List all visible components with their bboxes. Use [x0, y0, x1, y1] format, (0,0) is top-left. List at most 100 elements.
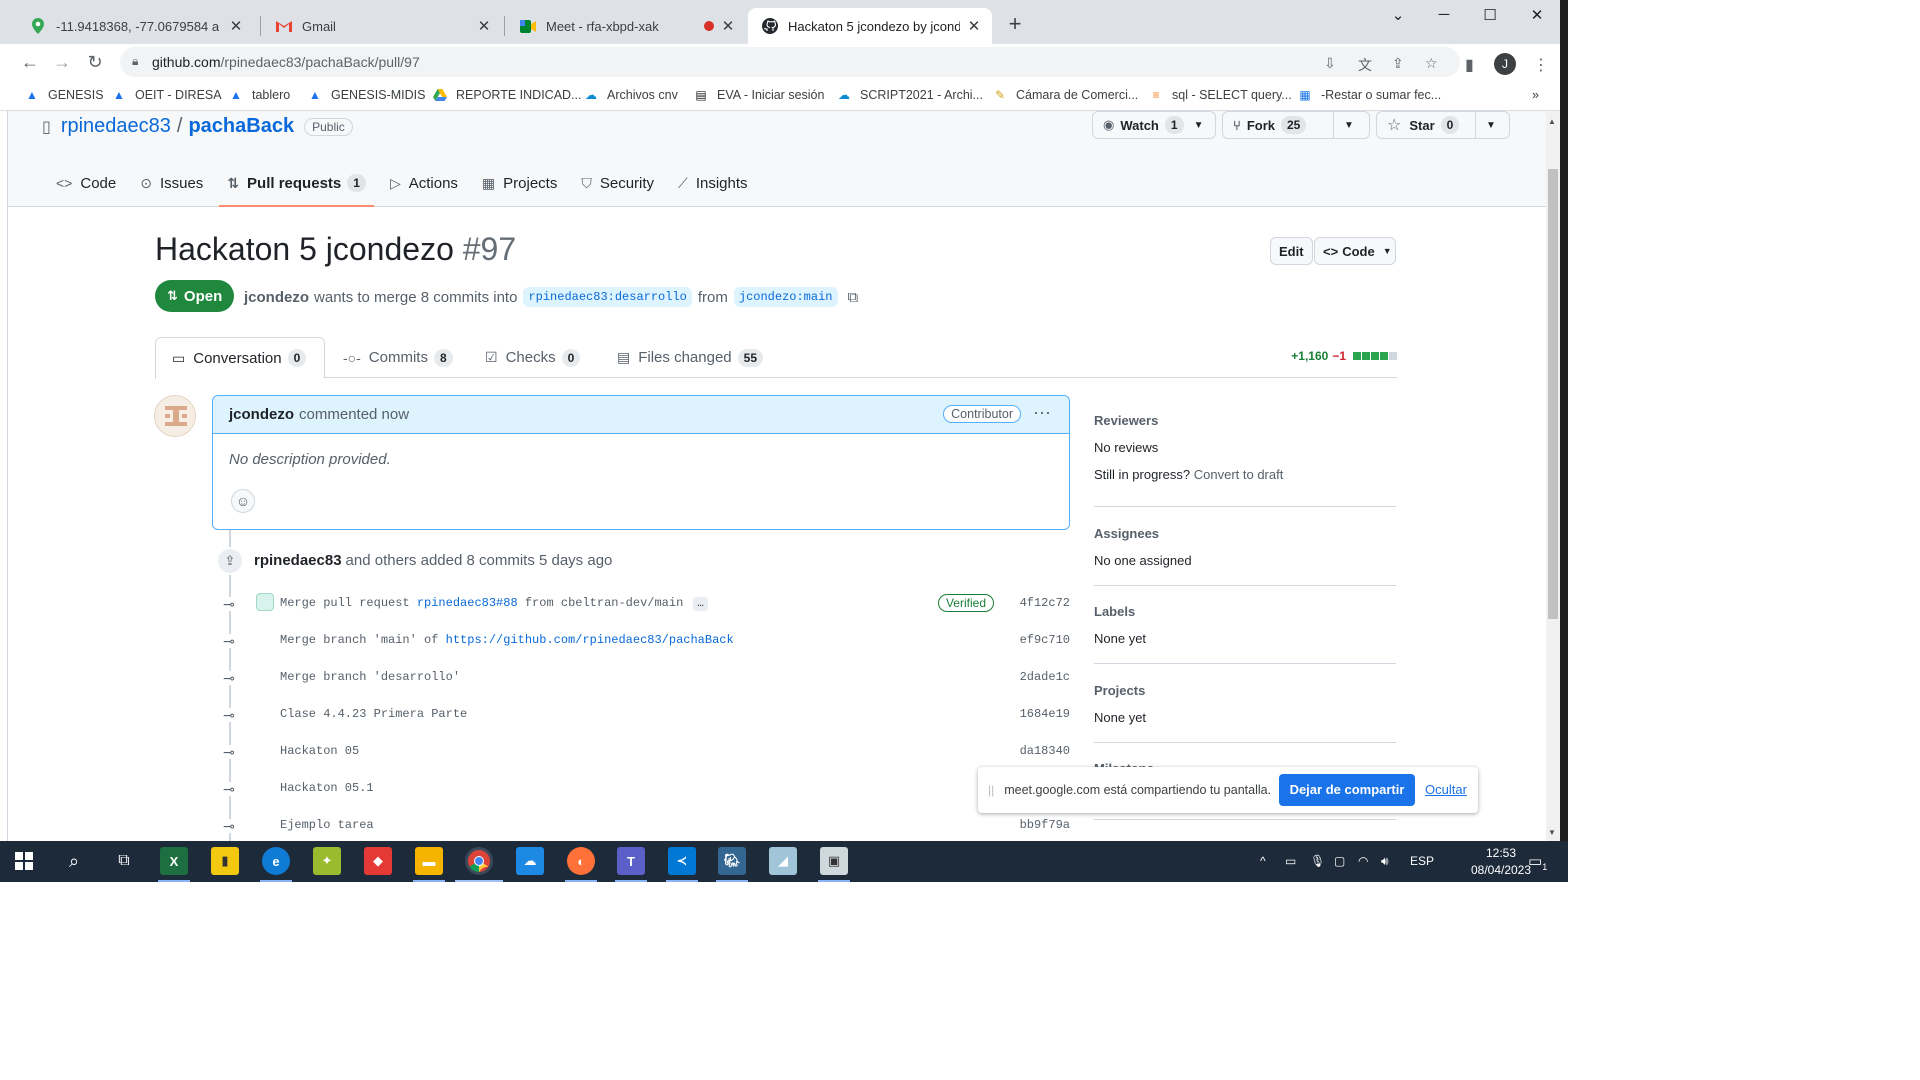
teams-icon[interactable]: T: [617, 847, 645, 875]
close-icon[interactable]: ✕: [476, 17, 492, 35]
search-icon[interactable]: ⌕: [60, 847, 88, 875]
repo-nav-actions[interactable]: ▷ Actions: [382, 161, 466, 205]
side-panel-icon[interactable]: ▮: [1465, 55, 1474, 75]
bookmark-item[interactable]: ✎ Cámara de Comerci...: [992, 88, 1138, 102]
microphone-icon[interactable]: 🎙︎: [1310, 854, 1325, 868]
edit-title-button[interactable]: Edit: [1270, 237, 1313, 265]
expand-ellipsis-button[interactable]: …: [693, 597, 708, 611]
bookmark-item[interactable]: ▤ EVA - Iniciar sesión: [693, 88, 824, 102]
app-icon[interactable]: ▣: [820, 847, 848, 875]
notifications-icon[interactable]: ▭1: [1528, 852, 1547, 872]
bookmarks-overflow-button[interactable]: »: [1532, 88, 1539, 102]
more-options-icon[interactable]: ···: [1033, 402, 1051, 423]
head-branch[interactable]: jcondezo:main: [733, 287, 838, 307]
power-bi-icon[interactable]: ▮: [211, 847, 239, 875]
commit-sha-link[interactable]: bb9f79a: [1020, 818, 1070, 832]
scrollbar-thumb[interactable]: [1548, 169, 1558, 619]
tab-search-icon[interactable]: ⌄: [1386, 6, 1410, 28]
share-icon[interactable]: ⇪: [1392, 55, 1404, 72]
postgresql-icon[interactable]: 🐘︎: [718, 847, 746, 875]
fork-button[interactable]: ⑂ Fork 25 ▼: [1222, 111, 1370, 139]
anydesk-icon[interactable]: ◆: [364, 847, 392, 875]
profile-avatar[interactable]: J: [1494, 53, 1516, 75]
commit-message[interactable]: Hackaton 05: [280, 744, 359, 758]
caret-down-icon[interactable]: ▼: [1333, 112, 1364, 138]
reviewers-heading[interactable]: Reviewers: [1094, 413, 1396, 428]
repo-nav-pull-requests[interactable]: ⇅ Pull requests 1: [219, 161, 374, 207]
windows-start-icon[interactable]: [10, 847, 38, 875]
device-icon[interactable]: ▭: [1285, 854, 1296, 868]
firefox-icon[interactable]: ◐: [567, 847, 595, 875]
scroll-down-icon[interactable]: ▼: [1548, 828, 1556, 837]
commit-message[interactable]: Merge pull request rpinedaec83#88 from c…: [280, 596, 708, 611]
base-branch[interactable]: rpinedaec83:desarrollo: [523, 287, 692, 307]
code-dropdown-button[interactable]: <> Code ▼: [1314, 237, 1396, 265]
bookmark-item[interactable]: ☁ Archivos cnv: [583, 88, 678, 102]
commit-sha-link[interactable]: da18340: [1020, 744, 1070, 758]
app-icon[interactable]: ✦: [313, 847, 341, 875]
reload-button[interactable]: ↻: [83, 50, 107, 74]
bookmark-item[interactable]: REPORTE INDICAD...: [432, 88, 581, 102]
browser-tab-meet[interactable]: Meet - rfa-xbpd-xak ✕: [506, 8, 746, 44]
verified-badge[interactable]: Verified: [937, 594, 994, 612]
commit-message[interactable]: Merge branch 'main' of https://github.co…: [280, 633, 734, 647]
star-button[interactable]: ☆ Star 0 ▼: [1376, 111, 1510, 139]
close-icon[interactable]: ✕: [720, 17, 736, 35]
browser-tab-maps[interactable]: -11.9418368, -77.0679584 a Maq ✕: [16, 8, 254, 44]
bookmark-item[interactable]: ▲ OEIT - DIRESA: [111, 88, 222, 102]
bookmark-item[interactable]: ▲ GENESIS-MIDIS: [307, 88, 425, 102]
edge-icon[interactable]: e: [262, 847, 290, 875]
watch-button[interactable]: ◉ Watch 1 ▼: [1092, 111, 1216, 139]
bookmark-item[interactable]: ▲ GENESIS: [24, 88, 104, 102]
bookmark-item[interactable]: ≡ sql - SELECT query...: [1148, 88, 1291, 102]
close-window-button[interactable]: ✕: [1525, 6, 1549, 28]
repo-nav-issues[interactable]: ⊙ Issues: [132, 161, 211, 205]
commit-message[interactable]: Merge branch 'desarrollo': [280, 670, 460, 684]
page-scrollbar[interactable]: ▲ ▼: [1546, 111, 1560, 841]
translate-icon[interactable]: 文: [1358, 55, 1372, 75]
chevron-up-icon[interactable]: ^: [1260, 854, 1266, 868]
commit-sha-link[interactable]: 4f12c72: [1020, 596, 1070, 610]
forward-button[interactable]: →: [50, 50, 74, 74]
bookmark-item[interactable]: ▲ tablero: [228, 88, 290, 102]
input-language[interactable]: ESP: [1410, 854, 1434, 868]
menu-kebab-icon[interactable]: ⋮: [1533, 55, 1549, 75]
hide-banner-link[interactable]: Ocultar: [1425, 782, 1467, 797]
close-icon[interactable]: ✕: [966, 17, 982, 35]
excel-icon[interactable]: X: [160, 847, 188, 875]
tab-files-changed[interactable]: ▤ Files changed 55: [601, 337, 779, 378]
back-button[interactable]: ←: [18, 50, 42, 74]
stop-sharing-button[interactable]: Dejar de compartir: [1279, 774, 1415, 806]
convert-to-draft-link[interactable]: Convert to draft: [1194, 467, 1284, 482]
drag-handle-icon[interactable]: ||: [988, 783, 994, 797]
address-bar[interactable]: 🔒︎ github.com/rpinedaec83/pachaBack/pull…: [120, 47, 1460, 77]
vscode-icon[interactable]: ≺: [668, 847, 696, 875]
projects-heading[interactable]: Projects: [1094, 683, 1396, 698]
chrome-icon[interactable]: [465, 847, 493, 875]
event-author-link[interactable]: rpinedaec83: [254, 552, 342, 569]
avatar[interactable]: [256, 593, 274, 611]
minimize-button[interactable]: ─: [1432, 6, 1456, 28]
scroll-up-icon[interactable]: ▲: [1548, 117, 1556, 126]
install-app-icon[interactable]: ⇩: [1324, 55, 1336, 72]
assignees-heading[interactable]: Assignees: [1094, 526, 1396, 541]
maximize-button[interactable]: ☐: [1478, 6, 1502, 28]
pr-author-link[interactable]: jcondezo: [244, 289, 309, 306]
task-view-icon[interactable]: ⧉: [110, 847, 138, 875]
repo-owner-link[interactable]: rpinedaec83: [61, 115, 171, 138]
copy-icon[interactable]: ⧉: [848, 289, 859, 306]
commit-sha-link[interactable]: ef9c710: [1020, 633, 1070, 647]
clock[interactable]: 12:53 08/04/2023: [1470, 845, 1532, 879]
labels-heading[interactable]: Labels: [1094, 604, 1396, 619]
avatar[interactable]: [154, 395, 196, 437]
bookmark-item[interactable]: ▦ -Restar o sumar fec...: [1297, 88, 1441, 102]
comment-author-link[interactable]: jcondezo: [229, 406, 294, 423]
caret-down-icon[interactable]: ▼: [1475, 112, 1506, 138]
commit-message[interactable]: Ejemplo tarea: [280, 818, 374, 832]
browser-tab-github[interactable]: Hackaton 5 jcondezo by jcondezo ✕: [748, 8, 992, 44]
repo-name-link[interactable]: pachaBack: [188, 115, 294, 138]
bookmark-star-icon[interactable]: ☆: [1425, 55, 1438, 72]
wifi-icon[interactable]: ◠: [1358, 854, 1368, 868]
commit-sha-link[interactable]: 1684e19: [1020, 707, 1070, 721]
commit-sha-link[interactable]: 2dade1c: [1020, 670, 1070, 684]
